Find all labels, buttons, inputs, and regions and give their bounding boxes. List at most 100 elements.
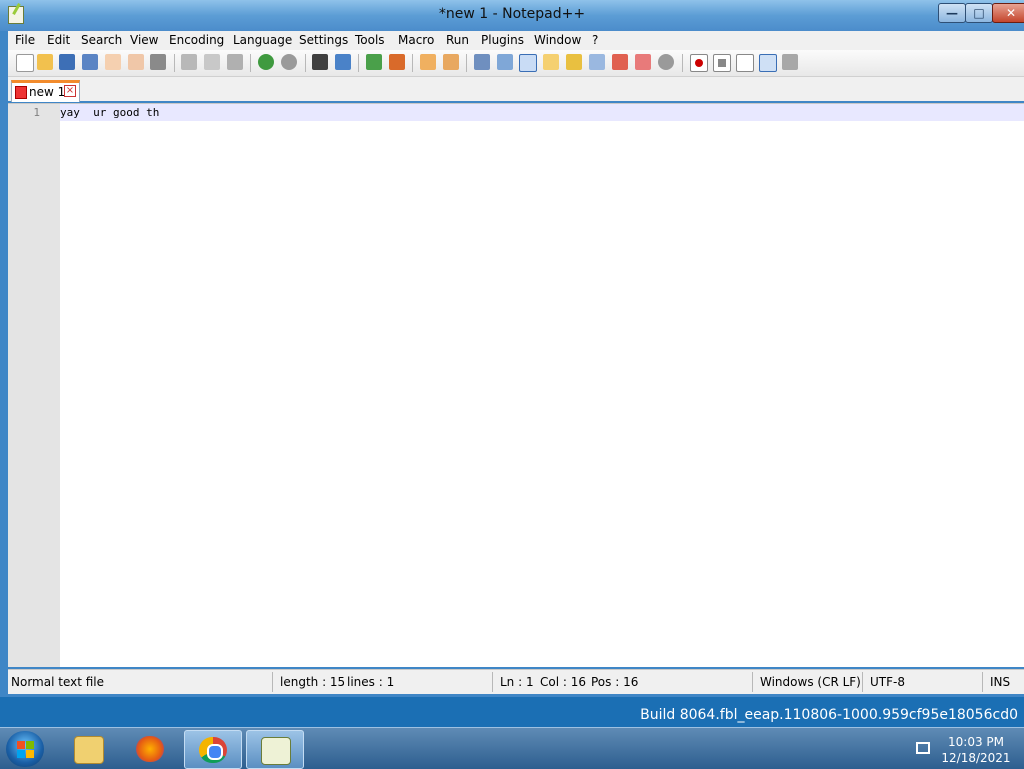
menu-run[interactable]: Run [446,33,469,47]
status-separator [752,672,753,692]
status-insert-mode[interactable]: INS [990,675,1010,689]
file-explorer-icon [74,736,104,764]
maximize-icon: □ [973,6,985,20]
taskbar-firefox-button[interactable] [122,730,178,767]
redo-icon[interactable] [281,54,297,70]
title-bar[interactable]: *new 1 - Notepad++ — □ ✕ [0,0,1024,31]
doc-map-icon[interactable] [566,54,582,70]
taskbar: 10:03 PM 12/18/2021 [0,727,1024,769]
menu-search[interactable]: Search [81,33,122,47]
firefox-icon [136,736,164,762]
menu-settings[interactable]: Settings [299,33,348,47]
maximize-button[interactable]: □ [965,3,993,23]
tab-label: new 1 [29,85,66,99]
chrome-icon [199,737,227,763]
menu-plugins[interactable]: Plugins [481,33,524,47]
text-editor[interactable]: 1 yay ur good th [8,103,1024,667]
new-file-icon[interactable] [16,54,34,72]
windows-logo-icon-part [26,741,34,749]
menu-bar: File Edit Search View Encoding Language … [8,31,1024,50]
menu-edit[interactable]: Edit [47,33,70,47]
sync-vertical-icon[interactable] [420,54,436,70]
sync-horizontal-icon[interactable] [443,54,459,70]
clock-time: 10:03 PM [948,735,1004,749]
taskbar-chrome-button[interactable] [184,730,242,769]
word-wrap-icon[interactable] [474,54,490,70]
menu-help[interactable]: ? [592,33,598,47]
status-separator [982,672,983,692]
menu-encoding[interactable]: Encoding [169,33,224,47]
play-macro-icon[interactable] [736,54,754,72]
windows-logo-icon [17,741,25,749]
udl-icon[interactable] [543,54,559,70]
status-eol[interactable]: Windows (CR LF) [760,675,861,689]
editor-line-text[interactable]: yay ur good th [60,106,159,119]
save-all-icon[interactable] [82,54,98,70]
sdk-icon[interactable] [658,54,674,70]
build-watermark: Build 8064.fbl_eeap.110806-1000.959cf95e… [640,707,1018,723]
close-icon: ✕ [1005,6,1017,20]
system-clock[interactable]: 10:03 PM 12/18/2021 [938,734,1014,766]
status-separator [492,672,493,692]
toolbar-separator [250,54,251,72]
notepadpp-icon [261,737,291,765]
windows-logo-icon-part [26,750,34,758]
undo-icon[interactable] [258,54,274,70]
notepadpp-window: *new 1 - Notepad++ — □ ✕ File Edit Searc… [0,0,1024,697]
unsaved-file-icon [15,86,27,99]
indent-guide-icon[interactable] [519,54,537,72]
window-title: *new 1 - Notepad++ [438,6,586,22]
status-ln: Ln : 1 [500,675,534,689]
minimize-icon: — [946,6,958,20]
open-file-icon[interactable] [37,54,53,70]
function-list-icon[interactable] [589,54,605,70]
show-all-chars-icon[interactable] [497,54,513,70]
menu-tools[interactable]: Tools [355,33,385,47]
toolbar-separator [682,54,683,72]
close-button[interactable]: ✕ [992,3,1024,23]
toolbar-separator [358,54,359,72]
minimize-button[interactable]: — [938,3,966,23]
taskbar-explorer-button[interactable] [60,730,116,767]
windows-logo-icon-part [17,750,25,758]
zoom-out-icon[interactable] [389,54,405,70]
status-file-type: Normal text file [11,675,105,689]
replace-icon[interactable] [335,54,351,70]
tab-bar: new 1 × [8,77,1024,102]
menu-language[interactable]: Language [233,33,292,47]
print-icon[interactable] [150,54,166,70]
menu-view[interactable]: View [130,33,158,47]
toolbar-separator [305,54,306,72]
toolbar-separator [174,54,175,72]
taskbar-notepadpp-button[interactable] [246,730,304,769]
line-number-gutter [8,104,60,667]
zoom-in-icon[interactable] [366,54,382,70]
tab-new-1[interactable]: new 1 × [11,80,80,102]
find-icon[interactable] [312,54,328,70]
folder-workspace-icon[interactable] [612,54,628,70]
status-encoding[interactable]: UTF-8 [870,675,905,689]
close-all-icon[interactable] [128,54,144,70]
stop-macro-icon[interactable] [713,54,731,72]
cut-icon[interactable] [181,54,197,70]
network-icon[interactable] [916,742,930,754]
menu-window[interactable]: Window [534,33,581,47]
current-line-highlight [60,104,1024,121]
paste-icon[interactable] [227,54,243,70]
status-pos: Pos : 16 [591,675,639,689]
save-macro-icon[interactable] [782,54,798,70]
start-button[interactable] [6,731,44,767]
line-number: 1 [33,106,40,119]
close-icon[interactable] [105,54,121,70]
toolbar-separator [412,54,413,72]
save-icon[interactable] [59,54,75,70]
copy-icon[interactable] [204,54,220,70]
menu-macro[interactable]: Macro [398,33,434,47]
toolbar-separator [466,54,467,72]
monitor-icon[interactable] [635,54,651,70]
menu-file[interactable]: File [15,33,35,47]
record-macro-icon[interactable] [690,54,708,72]
status-bar: Normal text file length : 15 lines : 1 L… [8,669,1024,694]
run-macro-multiple-icon[interactable] [759,54,777,72]
tab-close-icon[interactable]: × [64,85,76,97]
